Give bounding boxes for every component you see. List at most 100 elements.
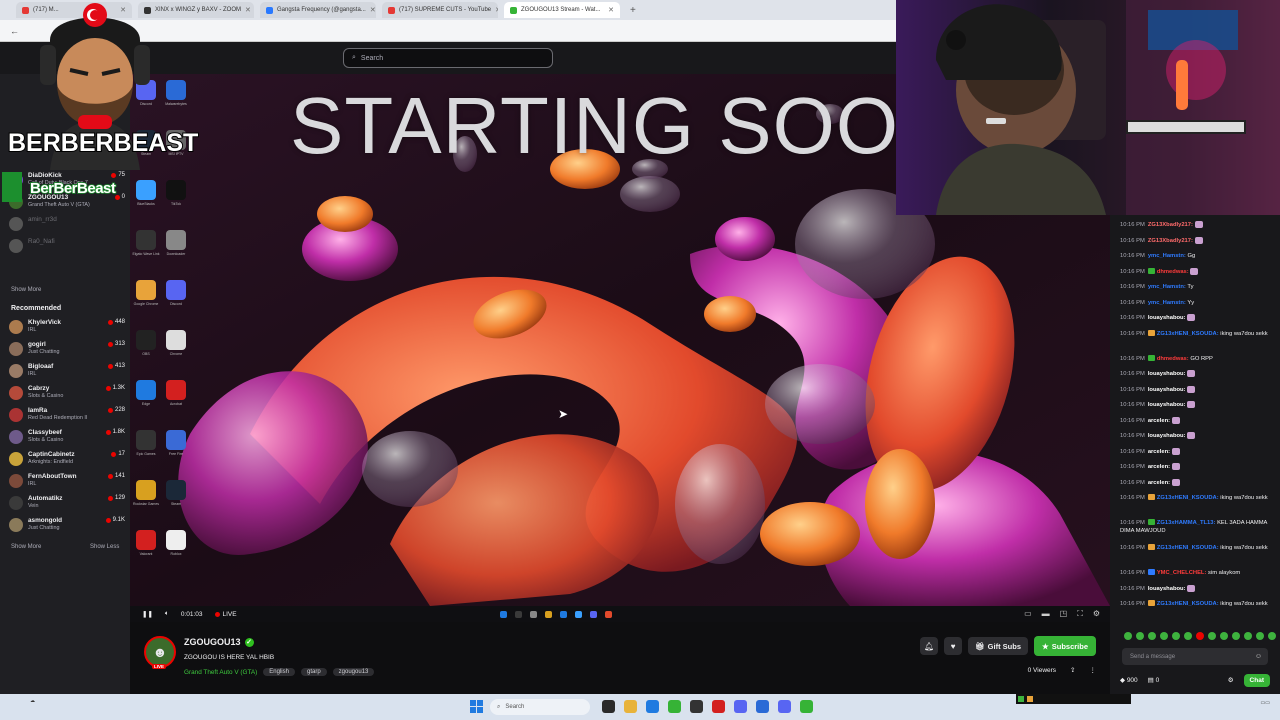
chat-badge-icon (1147, 268, 1155, 274)
discord-icon[interactable] (734, 700, 747, 713)
desktop-app-label: Discord (170, 302, 182, 306)
chat-username[interactable]: YMC_CHELCHEL: (1157, 570, 1207, 576)
browser-tab[interactable]: ZGOUGOU13 Stream - Wat... ✕ (504, 2, 620, 18)
fullscreen-icon[interactable]: ⛶ (1077, 609, 1083, 619)
clip-icon[interactable]: ▭ (1024, 609, 1032, 619)
tag-zgougou13[interactable]: zgougou13 (332, 668, 375, 676)
sidebar-channel[interactable]: Cabrzy Slots & Casino 1.3K (9, 385, 125, 405)
chat-username[interactable]: arcelen: (1148, 464, 1170, 470)
webcam-overlay (896, 0, 1280, 215)
subscribe-button[interactable]: ★ Subscribe (1034, 636, 1096, 656)
sidebar-channel[interactable]: Classybeef Slots & Casino 1.8K (9, 429, 125, 449)
file-explorer-icon[interactable] (624, 700, 637, 713)
channel-avatar (9, 518, 23, 532)
windows-start-icon[interactable] (470, 700, 483, 713)
browser-tab[interactable]: (717) SUPREME CUTS - YouTube✕ (382, 2, 498, 18)
sidebar-channel[interactable]: FernAboutTown IRL 141 (9, 473, 125, 493)
chat-username[interactable]: arcelen: (1148, 480, 1170, 486)
weather-icon: ☁︎ (30, 698, 35, 704)
sidebar-channel[interactable]: Automatikz Vein 129 (9, 495, 125, 515)
chat-username[interactable]: ymc_Hamstn: (1148, 253, 1186, 259)
chat-message: 10:16 PM louayshabou: (1120, 432, 1275, 440)
close-tab-icon[interactable]: ✕ (495, 6, 498, 14)
sidebar-channel[interactable]: amin_rr3d (9, 216, 125, 236)
chat-username[interactable]: louayshabou: (1148, 433, 1186, 439)
chat-username[interactable]: dhmedwas: (1157, 269, 1189, 275)
game-link[interactable]: Grand Theft Auto V (GTA) (184, 669, 257, 676)
sidebar-channel[interactable]: Bigloaaf IRL 413 (9, 363, 125, 383)
sidebar-channel[interactable]: Ra0_Nafi (9, 238, 125, 258)
chat-username[interactable]: ZG13Xbadly217: (1148, 222, 1193, 228)
settings-gear-icon[interactable]: ⚙ (1093, 609, 1100, 619)
chrome-icon[interactable] (668, 700, 681, 713)
sidebar-channel[interactable]: asmongold Just Chatting 9.1K (9, 517, 125, 537)
share-icon[interactable]: ⇪ (1070, 666, 1075, 674)
close-tab-icon[interactable]: ✕ (370, 6, 376, 14)
taskbar-search[interactable]: ⌕ Search (490, 699, 590, 715)
viewer-count: 448 (107, 319, 125, 325)
channel-game: Slots & Casino (28, 393, 64, 399)
pause-icon[interactable]: ❚❚ (142, 610, 153, 618)
close-tab-icon[interactable]: ✕ (245, 6, 251, 14)
notification-bell-button[interactable]: 🔔︎ (920, 637, 939, 655)
weather-widget[interactable]: ☁︎ (30, 698, 35, 704)
chat-username[interactable]: ymc_Hamstn: (1148, 300, 1186, 306)
chat-text: iking wa7dou sekk (1220, 601, 1268, 607)
chat-username[interactable]: ZG13xHENI_KSOUDA: (1157, 495, 1219, 501)
chrome-icon-2[interactable] (800, 700, 813, 713)
pip-icon[interactable]: ◳ (1060, 609, 1068, 619)
chat-badge-icon (1147, 519, 1155, 526)
edge-icon[interactable] (646, 700, 659, 713)
chat-username[interactable]: ZG13Xbadly217: (1148, 238, 1193, 244)
theater-mode-icon[interactable]: ▬ (1042, 609, 1050, 619)
chat-username[interactable]: arcelen: (1148, 449, 1170, 455)
emote-picker-icon[interactable]: ☺ (1255, 653, 1262, 660)
chat-input[interactable]: Send a message ☺ (1122, 648, 1268, 665)
sidebar-channel[interactable]: gogirl Just Chatting 313 (9, 341, 125, 361)
chat-username[interactable]: arcelen: (1148, 418, 1170, 424)
gift-subs-button[interactable]: 🎁︎ Gift Subs (968, 637, 1028, 655)
chat-timestamp: 10:16 PM (1120, 585, 1145, 592)
chat-username[interactable]: ymc_Hamstn: (1148, 284, 1186, 290)
chat-username[interactable]: louayshabou: (1148, 387, 1186, 393)
streamer-name[interactable]: ZGOUGOU13 ✓ (184, 637, 254, 647)
search-input[interactable]: ⌕ Search (343, 48, 553, 68)
channel-game: Just Chatting (28, 349, 60, 355)
close-tab-icon[interactable]: ✕ (608, 6, 614, 14)
malwarebytes-icon[interactable] (756, 700, 769, 713)
viewer-count: 129 (107, 495, 125, 501)
more-options-icon[interactable]: ⋮ (1090, 666, 1097, 674)
chat-username[interactable]: ZG13xHAMMA_TL13: (1157, 520, 1216, 526)
tag-english[interactable]: English (263, 668, 295, 676)
taskview-icon[interactable] (602, 700, 615, 713)
channel-points[interactable]: ◆ 900 (1120, 676, 1138, 684)
app-icon[interactable] (712, 700, 725, 713)
volume-icon[interactable]: 🔈︎ (165, 610, 169, 618)
chat-send-button[interactable]: Chat (1243, 673, 1270, 687)
show-less-button[interactable]: Show Less (90, 544, 119, 550)
chat-settings-icon[interactable]: ⚙ (1228, 676, 1234, 684)
sidebar-channel[interactable]: KhylerVick IRL 448 (9, 319, 125, 339)
browser-tab[interactable]: Gangsta Frequency (@gangsta... ✕ (260, 2, 376, 18)
sidebar-channel[interactable]: CaptinCabinetz Arknights: Endfield 17 (9, 451, 125, 471)
viewer-row: 0 Viewers ⇪ ⋮ (1028, 666, 1097, 675)
follow-heart-button[interactable]: ♥ (944, 637, 963, 655)
sidebar-channel[interactable]: IamRa Red Dead Redemption II 228 (9, 407, 125, 427)
chat-username[interactable]: louayshabou: (1148, 586, 1186, 592)
chat-username[interactable]: dhmedwas: (1157, 356, 1189, 362)
chat-username[interactable]: ZG13xHENI_KSOUDA: (1157, 545, 1219, 551)
chat-username[interactable]: ZG13xHENI_KSOUDA: (1157, 331, 1219, 337)
chat-username[interactable]: ZG13xHENI_KSOUDA: (1157, 601, 1219, 607)
new-tab-button[interactable]: + (630, 5, 636, 16)
chat-username[interactable]: louayshabou: (1148, 315, 1186, 321)
obs-icon[interactable] (690, 700, 703, 713)
system-clock[interactable]: ▭▭ (1261, 700, 1270, 706)
chat-badge-icon (1147, 569, 1155, 576)
chat-username[interactable]: louayshabou: (1148, 371, 1186, 377)
discord-icon-2[interactable] (778, 700, 791, 713)
show-more-recommended-button[interactable]: Show More (11, 544, 41, 550)
show-more-followed-button[interactable]: Show More (11, 287, 41, 293)
tag-gtarp[interactable]: gtarp (300, 668, 327, 676)
webcam-image (896, 0, 1280, 215)
chat-username[interactable]: louayshabou: (1148, 402, 1186, 408)
